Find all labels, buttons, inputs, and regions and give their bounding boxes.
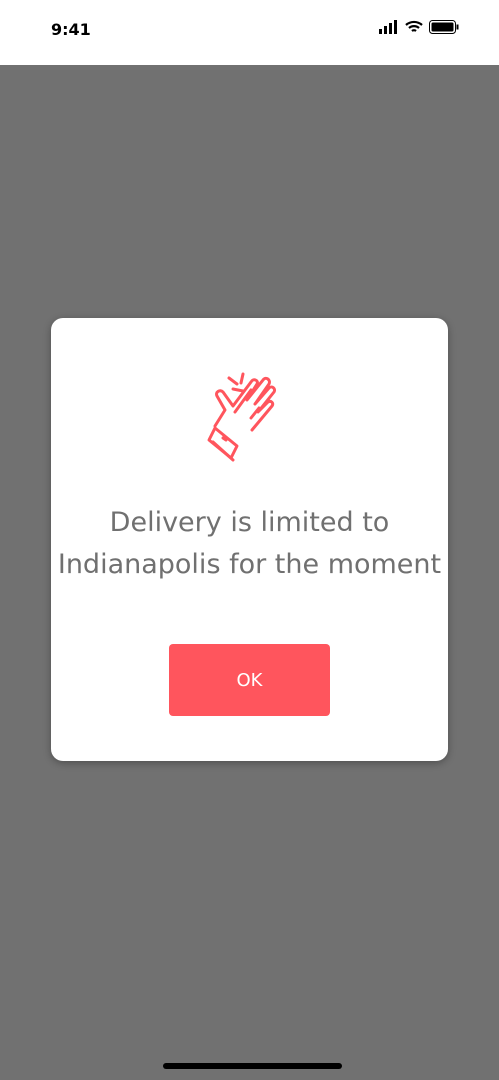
signal-icon: [379, 20, 397, 34]
clapping-hands-icon: [207, 372, 276, 462]
dialog-message: Delivery is limited to Indianapolis for …: [57, 507, 442, 580]
battery-icon: [429, 20, 459, 34]
clock: 9:41: [51, 20, 91, 39]
wifi-icon: [405, 20, 423, 32]
ok-button[interactable]: OK: [169, 644, 330, 716]
status-bar: 9:41: [0, 0, 499, 65]
home-indicator[interactable]: [163, 1063, 342, 1069]
